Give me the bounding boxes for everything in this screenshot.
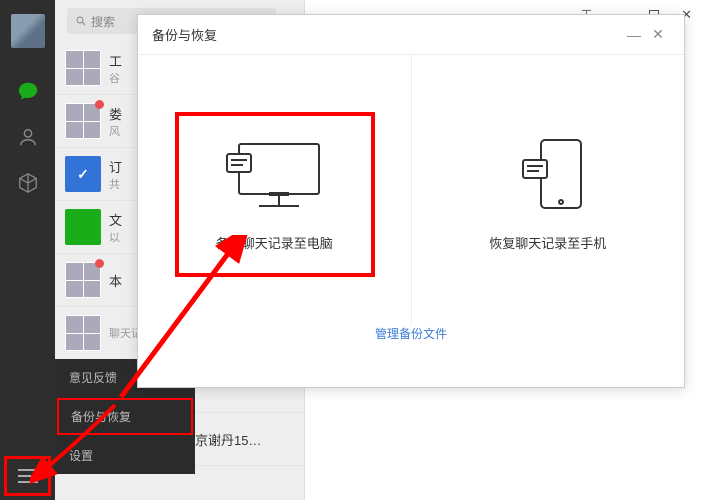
chat-avatar: [65, 103, 101, 139]
menu-item-settings[interactable]: 设置: [55, 437, 195, 474]
menu-item-backup-restore[interactable]: 备份与恢复: [57, 398, 193, 435]
unread-dot: [95, 259, 104, 268]
cube-icon[interactable]: [16, 171, 40, 195]
chat-icon[interactable]: [16, 79, 40, 103]
dialog-title: 备份与恢复: [152, 25, 217, 44]
restore-to-phone-label: 恢复聊天记录至手机: [489, 233, 606, 252]
chat-avatar: [65, 50, 101, 86]
menu-button[interactable]: [18, 469, 38, 483]
phone-icon: [488, 129, 608, 219]
restore-to-phone-option[interactable]: 恢复聊天记录至手机: [412, 55, 685, 325]
computer-icon: [214, 129, 334, 219]
avatar[interactable]: [11, 14, 45, 48]
backup-to-pc-option[interactable]: 备份聊天记录至电脑: [138, 55, 412, 325]
contacts-icon[interactable]: [16, 125, 40, 149]
dialog-close-button[interactable]: ✕: [646, 26, 670, 43]
chat-avatar: [65, 156, 101, 192]
chat-avatar: [65, 209, 101, 245]
search-placeholder: 搜索: [91, 13, 115, 30]
menu-button-highlight: [4, 456, 51, 496]
chat-avatar: [65, 262, 101, 298]
backup-restore-dialog: 备份与恢复 — ✕ 备份聊天记录至电脑: [137, 14, 685, 388]
dialog-minimize-button[interactable]: —: [622, 27, 646, 43]
backup-to-pc-label: 备份聊天记录至电脑: [216, 233, 333, 252]
dialog-header: 备份与恢复 — ✕: [138, 15, 684, 55]
unread-dot: [95, 100, 104, 109]
chat-avatar: [65, 315, 101, 351]
sidebar: [0, 0, 55, 500]
manage-backup-files-link[interactable]: 管理备份文件: [375, 327, 447, 341]
